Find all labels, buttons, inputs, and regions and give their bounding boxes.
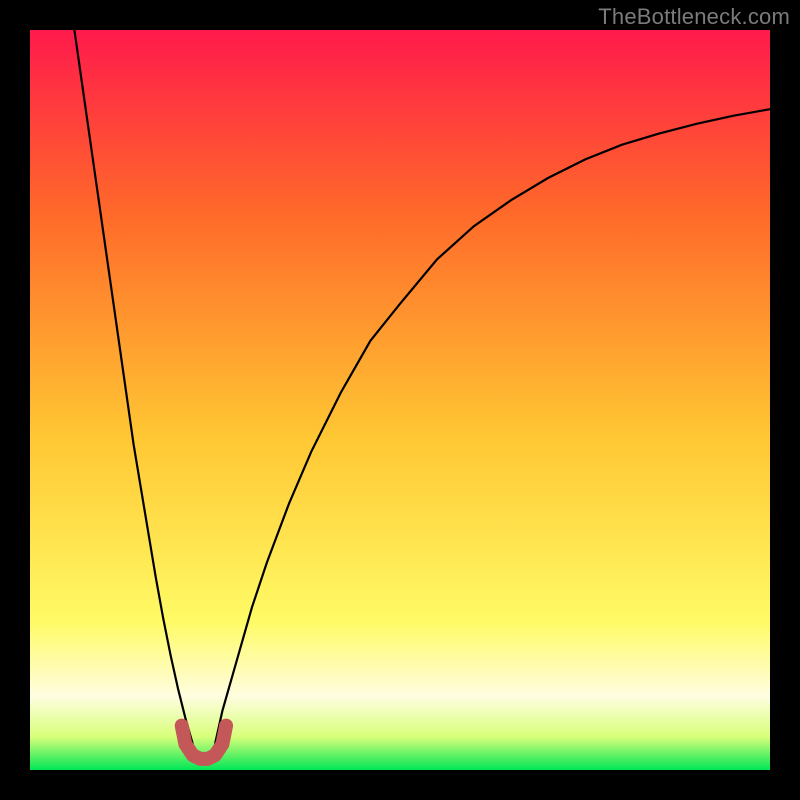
plot-area [30, 30, 770, 770]
watermark-text: TheBottleneck.com [598, 4, 790, 30]
outer-frame: TheBottleneck.com [0, 0, 800, 800]
chart-svg [30, 30, 770, 770]
gradient-background [30, 30, 770, 770]
